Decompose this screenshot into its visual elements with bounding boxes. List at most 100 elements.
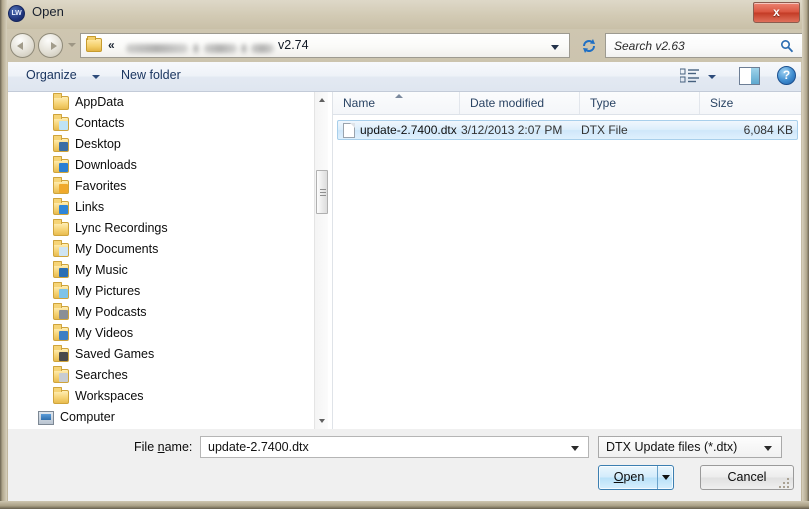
forward-button[interactable] xyxy=(38,33,63,58)
resize-grip[interactable] xyxy=(779,478,791,490)
search-input[interactable]: Search v2.63 xyxy=(605,33,803,58)
folder-documents-icon-overlay xyxy=(59,247,68,256)
nav-item-saved-games[interactable]: Saved Games xyxy=(8,344,314,365)
nav-item-favorites[interactable]: Favorites xyxy=(8,176,314,197)
breadcrumb-current-folder[interactable]: v2.74 xyxy=(278,38,309,52)
nav-item-label: My Pictures xyxy=(75,284,141,298)
window-title: Open xyxy=(32,4,64,19)
breadcrumb-redacted-3 xyxy=(251,44,274,53)
refresh-button[interactable] xyxy=(577,33,601,58)
file-rows: update-2.7400.dtx 3/12/2013 2:07 PM DTX Fi… xyxy=(333,115,801,140)
chevron-down-icon[interactable] xyxy=(708,75,716,79)
open-accel: O xyxy=(613,470,624,484)
breadcrumb-separator-1 xyxy=(193,44,199,53)
file-name-label-accel: n xyxy=(157,440,165,454)
nav-item-my-podcasts[interactable]: My Podcasts xyxy=(8,302,314,323)
window-frame-bottom xyxy=(0,501,809,509)
scrollbar-thumb[interactable] xyxy=(316,170,328,214)
nav-item-workspaces[interactable]: Workspaces xyxy=(8,386,314,407)
column-header-type[interactable]: Type xyxy=(580,92,700,114)
grip-dot xyxy=(783,486,785,488)
nav-item-my-videos[interactable]: My Videos xyxy=(8,323,314,344)
column-header-name[interactable]: Name xyxy=(333,92,460,114)
grip-dot xyxy=(779,486,781,488)
grip-dot xyxy=(787,478,789,480)
nav-item-desktop[interactable]: Desktop xyxy=(8,134,314,155)
recent-locations-button[interactable] xyxy=(68,43,76,47)
nav-item-label: Links xyxy=(75,200,105,214)
folder-music-icon xyxy=(53,261,69,278)
navigation-tree: AppData Contacts Desktop Downloads Favorites… xyxy=(8,92,314,428)
folder-icon xyxy=(86,36,102,52)
open-dropdown-button[interactable] xyxy=(657,466,673,489)
nav-item-contacts[interactable]: Contacts xyxy=(8,113,314,134)
folder-favorites-icon xyxy=(53,177,69,194)
nav-item-my-documents[interactable]: My Documents xyxy=(8,239,314,260)
nav-item-label: Workspaces xyxy=(75,389,144,403)
file-icon xyxy=(343,123,355,138)
file-type-select[interactable]: DTX Update files (*.dtx) xyxy=(598,436,782,458)
computer-icon xyxy=(38,411,54,425)
folder-pictures-icon-overlay xyxy=(59,289,68,298)
file-date-modified: 3/12/2013 2:07 PM xyxy=(461,123,563,137)
nav-item-label: Computer xyxy=(60,410,115,424)
help-button[interactable]: ? xyxy=(777,66,796,85)
nav-item-my-pictures[interactable]: My Pictures xyxy=(8,281,314,302)
forward-arrow-icon xyxy=(50,41,57,50)
nav-item-label: Desktop xyxy=(75,137,121,151)
nav-item-label: AppData xyxy=(75,95,124,109)
nav-item-label: Favorites xyxy=(75,179,127,193)
computer-screen xyxy=(41,414,51,420)
column-header-size[interactable]: Size xyxy=(700,92,801,114)
dialog-footer: File name: update-2.7400.dtx DTX Update … xyxy=(8,429,801,501)
search-icon xyxy=(780,39,794,53)
breadcrumb-overflow-icon[interactable]: « xyxy=(108,38,115,52)
nav-item-label: My Videos xyxy=(75,326,134,340)
search-placeholder: Search v2.63 xyxy=(614,39,685,53)
navigation-scrollbar[interactable] xyxy=(314,92,328,429)
scroll-down-icon[interactable] xyxy=(315,413,328,428)
preview-pane-fill xyxy=(751,68,759,84)
chevron-down-icon[interactable] xyxy=(764,446,772,451)
address-bar[interactable]: « v2.74 xyxy=(80,33,570,58)
back-button[interactable] xyxy=(10,33,35,58)
close-button[interactable]: x xyxy=(753,2,800,23)
nav-item-downloads[interactable]: Downloads xyxy=(8,155,314,176)
grip-dot xyxy=(787,486,789,488)
folder-icon xyxy=(53,219,69,236)
folder-podcasts-icon xyxy=(53,303,69,320)
nav-item-label: Lync Recordings xyxy=(75,221,168,235)
file-name-label-part2: ame: xyxy=(164,440,193,454)
file-name: update-2.7400.dtx xyxy=(360,123,457,137)
organize-button[interactable]: Organize xyxy=(26,68,77,82)
folder-videos-icon-overlay xyxy=(59,331,68,340)
folder-games-icon-overlay xyxy=(59,352,68,361)
chevron-down-icon[interactable] xyxy=(92,75,100,79)
chevron-down-icon[interactable] xyxy=(571,446,579,451)
nav-item-label: My Music xyxy=(75,263,128,277)
nav-item-computer[interactable]: Computer xyxy=(8,407,314,428)
nav-item-my-music[interactable]: My Music xyxy=(8,260,314,281)
folder-pictures-icon xyxy=(53,282,69,299)
folder-documents-icon xyxy=(53,240,69,257)
breadcrumb-redacted-2 xyxy=(204,44,237,53)
table-row[interactable]: update-2.7400.dtx 3/12/2013 2:07 PM DTX Fi… xyxy=(337,120,798,140)
view-list-icon[interactable] xyxy=(679,68,700,85)
folder-desktop-icon-overlay xyxy=(59,142,68,151)
open-button[interactable]: Open xyxy=(598,465,674,490)
nav-item-appdata[interactable]: AppData xyxy=(8,92,314,113)
nav-item-lync-recordings[interactable]: Lync Recordings xyxy=(8,218,314,239)
file-name-input[interactable]: update-2.7400.dtx xyxy=(200,436,589,458)
nav-item-searches[interactable]: Searches xyxy=(8,365,314,386)
new-folder-button[interactable]: New folder xyxy=(121,68,181,82)
scroll-up-icon[interactable] xyxy=(315,93,328,108)
nav-item-label: My Podcasts xyxy=(75,305,147,319)
nav-item-links[interactable]: Links xyxy=(8,197,314,218)
toolbar: Organize New folder ? xyxy=(8,62,801,92)
preview-pane-icon[interactable] xyxy=(739,67,760,85)
column-header-date-modified[interactable]: Date modified xyxy=(460,92,580,114)
folder-icon xyxy=(53,93,69,110)
breadcrumb-separator-2 xyxy=(241,44,247,53)
chevron-down-icon[interactable] xyxy=(551,45,559,50)
folder-downloads-icon xyxy=(53,156,69,173)
